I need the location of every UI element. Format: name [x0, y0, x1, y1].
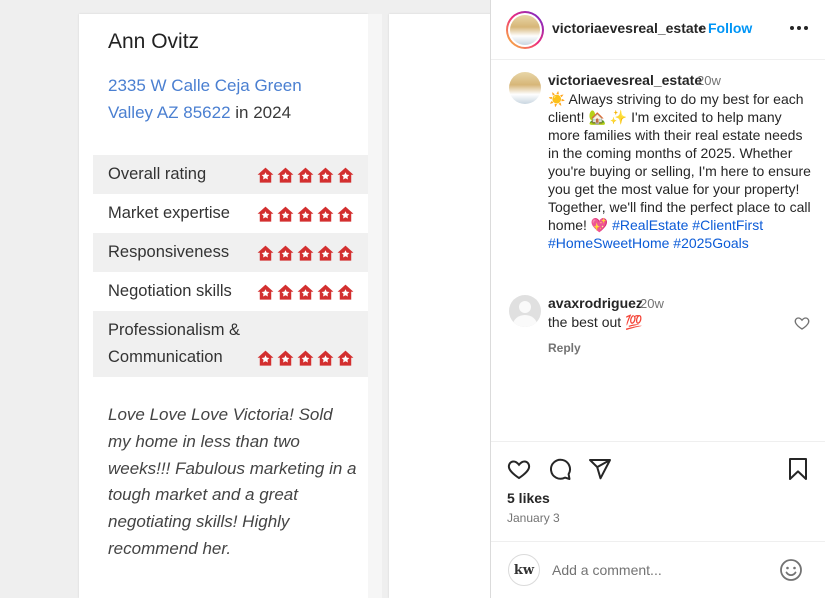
rating-row: Professionalism & Communication	[93, 311, 368, 377]
caption-time[interactable]: 20w	[697, 73, 721, 88]
rating-label: Market expertise	[108, 204, 230, 222]
rating-star-icon	[277, 206, 294, 222]
rating-label: Negotiation skills	[108, 282, 232, 300]
reviewer-name: Ann Ovitz	[108, 30, 200, 53]
rating-star-icon	[317, 350, 334, 366]
review-address: 2335 W Calle Ceja Green Valley AZ 85622 …	[108, 72, 348, 126]
star-rating	[257, 206, 354, 222]
rating-star-icon	[257, 167, 274, 183]
post-header: victoriaevesreal_estate • Follow	[491, 0, 825, 60]
rating-star-icon	[297, 284, 314, 300]
rating-star-icon	[257, 350, 274, 366]
rating-star-icon	[337, 284, 354, 300]
user-avatar[interactable]: kw	[508, 554, 540, 586]
ratings-table: Overall rating Market expertise Responsi…	[93, 155, 368, 377]
hashtag-link[interactable]: #2025Goals	[673, 235, 749, 251]
rating-label: Overall rating	[108, 165, 207, 183]
post-media: Ann Ovitz 2335 W Calle Ceja Green Valley…	[0, 0, 490, 598]
comment-icon[interactable]	[548, 457, 572, 481]
rating-star-icon	[317, 206, 334, 222]
rating-row: Negotiation skills	[93, 272, 368, 311]
star-rating	[257, 167, 354, 183]
rating-star-icon	[297, 167, 314, 183]
address-year: in 2024	[230, 103, 292, 122]
author-avatar[interactable]	[506, 11, 544, 49]
comment-text: the best out 💯	[548, 314, 643, 330]
commenter-username[interactable]: avaxrodriguez	[548, 295, 643, 311]
rating-star-icon	[257, 245, 274, 261]
hashtag-link[interactable]: #RealEstate	[612, 217, 688, 233]
rating-star-icon	[337, 206, 354, 222]
rating-star-icon	[337, 245, 354, 261]
likes-count[interactable]: 5 likes	[507, 490, 550, 506]
comment-composer: kw	[491, 541, 825, 598]
comment: avaxrodriguez 20w the best out 💯 Reply	[509, 295, 814, 360]
share-icon[interactable]	[588, 457, 612, 481]
star-rating	[257, 245, 354, 261]
reply-button[interactable]: Reply	[548, 341, 581, 355]
rating-star-icon	[297, 245, 314, 261]
rating-star-icon	[317, 284, 334, 300]
rating-star-icon	[337, 167, 354, 183]
caption-avatar[interactable]	[509, 72, 541, 104]
author-username[interactable]: victoriaevesreal_estate	[552, 20, 706, 36]
review-quote: Love Love Love Victoria! Sold my home in…	[108, 405, 357, 558]
post-panel: victoriaevesreal_estate • Follow victori…	[490, 0, 825, 598]
action-bar: 5 likes January 3	[491, 441, 825, 541]
star-rating	[257, 350, 354, 366]
separator-dot: •	[698, 20, 703, 36]
caption-text: ☀️ Always striving to do my best for eac…	[548, 90, 816, 252]
rating-row: Market expertise	[93, 194, 368, 233]
post-date[interactable]: January 3	[507, 511, 560, 525]
hashtag-link[interactable]: #ClientFirst	[692, 217, 763, 233]
rating-star-icon	[297, 350, 314, 366]
rating-star-icon	[277, 284, 294, 300]
comment-like-icon[interactable]	[794, 315, 810, 331]
follow-button[interactable]: Follow	[708, 20, 752, 36]
rating-star-icon	[257, 206, 274, 222]
emoji-icon[interactable]	[779, 558, 803, 582]
comment-time[interactable]: 20w	[640, 296, 664, 311]
rating-star-icon	[297, 206, 314, 222]
like-icon[interactable]	[507, 457, 531, 481]
rating-label: Responsiveness	[108, 243, 230, 261]
rating-row: Overall rating	[93, 155, 368, 194]
rating-label: Professionalism & Communication	[108, 321, 241, 366]
rating-star-icon	[317, 167, 334, 183]
rating-star-icon	[277, 350, 294, 366]
commenter-avatar[interactable]	[509, 295, 541, 327]
rating-star-icon	[337, 350, 354, 366]
rating-star-icon	[277, 245, 294, 261]
rating-star-icon	[257, 284, 274, 300]
rating-row: Responsiveness	[93, 233, 368, 272]
save-icon[interactable]	[786, 457, 810, 481]
card-gutter	[368, 14, 382, 598]
review-card: Ann Ovitz 2335 W Calle Ceja Green Valley…	[79, 14, 368, 598]
rating-star-icon	[317, 245, 334, 261]
comment-input[interactable]	[552, 559, 767, 581]
next-review-card	[389, 14, 490, 598]
more-options-icon[interactable]	[787, 16, 811, 40]
hashtag-link[interactable]: #HomeSweetHome	[548, 235, 669, 251]
caption-username[interactable]: victoriaevesreal_estate	[548, 72, 702, 88]
rating-star-icon	[277, 167, 294, 183]
star-rating	[257, 284, 354, 300]
caption-body: ☀️ Always striving to do my best for eac…	[548, 91, 811, 233]
